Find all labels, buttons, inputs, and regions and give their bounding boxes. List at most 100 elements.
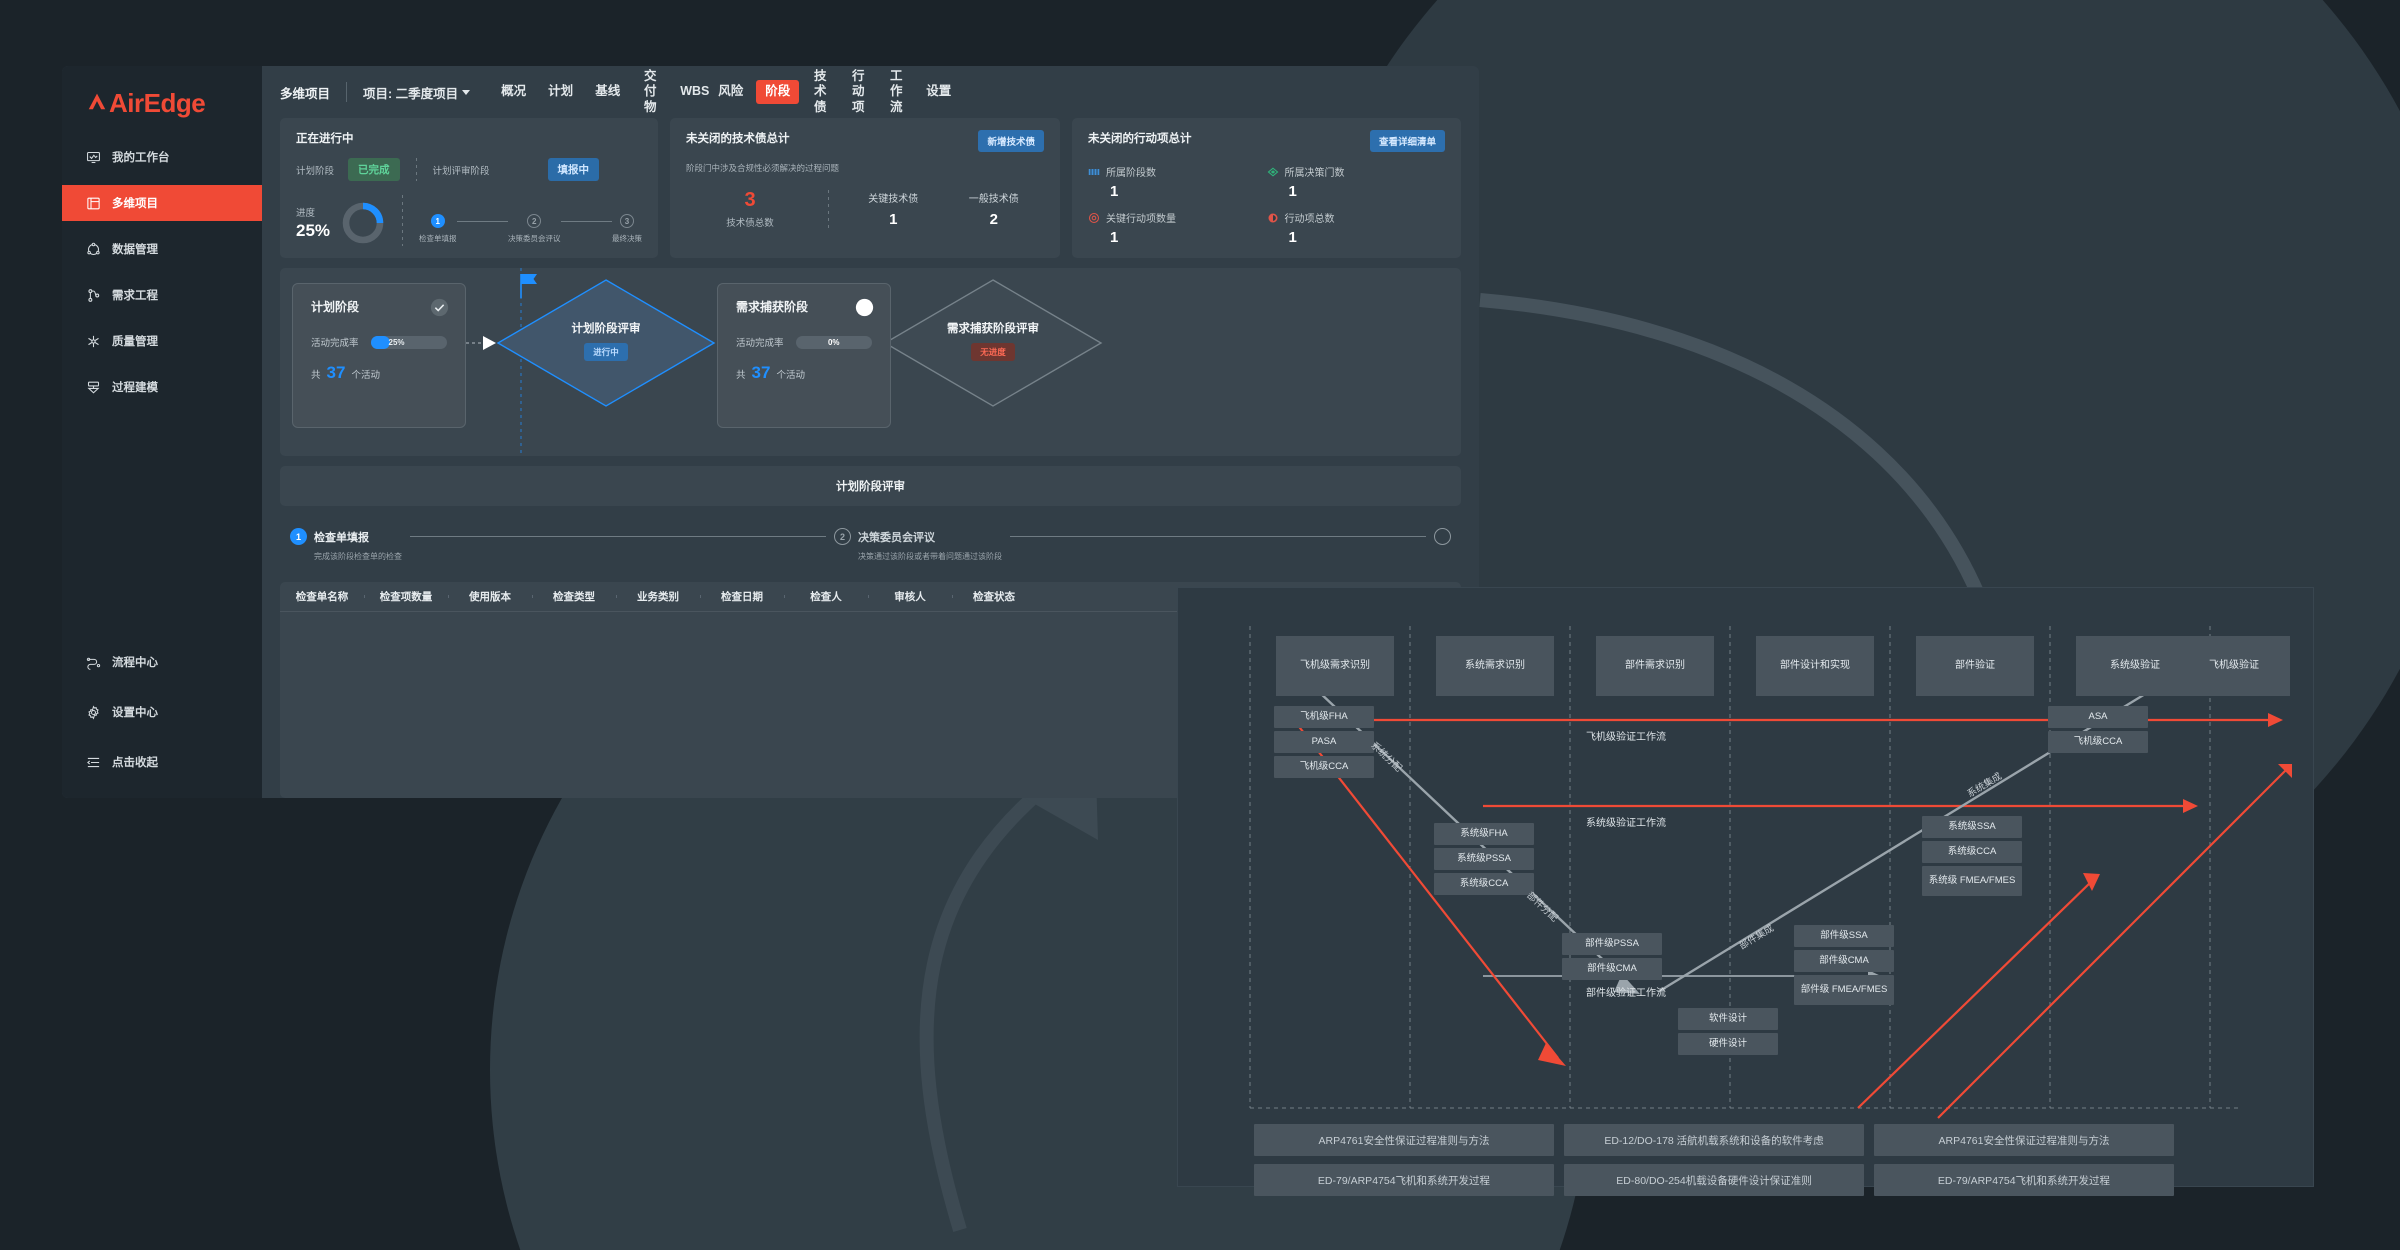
review-step-3[interactable] <box>1434 528 1451 545</box>
column-header-checklist-name[interactable]: 检查单名称 <box>280 589 364 604</box>
vmodel-standard-box[interactable]: ARP4761安全性保证过程准则与方法 <box>1254 1124 1554 1156</box>
vmodel-chip[interactable]: 部件级 FMEA/FMES <box>1794 975 1894 1005</box>
stepper-step-1[interactable]: 1 检查单填报 <box>419 214 457 244</box>
gate-diamond-icon <box>1267 167 1278 176</box>
gate-status-badge: 无进度 <box>971 343 1015 361</box>
vmodel-chip[interactable]: 部件级SSA <box>1794 925 1894 947</box>
step-dot: 3 <box>620 214 634 228</box>
tab-overview[interactable]: 概况 <box>492 80 535 104</box>
activity-count-suffix: 个活动 <box>351 370 380 381</box>
sidebar-item-quality[interactable]: 质量管理 <box>62 323 262 359</box>
column-header-check-type[interactable]: 检查类型 <box>532 589 616 604</box>
vmodel-standard-box[interactable]: ED-79/ARP4754飞机和系统开发过程 <box>1874 1164 2174 1196</box>
metric-header: 所属阶段数 <box>1088 164 1267 179</box>
vmodel-chip[interactable]: 系统级FHA <box>1434 823 1534 845</box>
tech-debt-general-value: 2 <box>989 211 998 228</box>
vmodel-phase-box[interactable]: 飞机级验证 <box>2178 636 2290 696</box>
sidebar-item-data-management[interactable]: 数据管理 <box>62 231 262 267</box>
vmodel-standard-box[interactable]: ED-12/DO-178 活航机载系统和设备的软件考虑 <box>1564 1124 1864 1156</box>
tab-tech-debt[interactable]: 技术债 <box>803 66 837 119</box>
brand: AirEdge <box>62 66 262 133</box>
gate-planning-review[interactable]: 计划阶段评审 进行中 <box>526 320 686 361</box>
project-selector[interactable]: 项目: 二季度项目 <box>363 83 471 102</box>
tab-risk[interactable]: 风险 <box>709 80 752 104</box>
vmodel-phase-box[interactable]: 系统级验证 <box>2076 636 2194 696</box>
vmodel-standard-box[interactable]: ARP4761安全性保证过程准则与方法 <box>1874 1124 2174 1156</box>
vmodel-phase-box[interactable]: 部件验证 <box>1916 636 2034 696</box>
tab-plan[interactable]: 计划 <box>539 80 582 104</box>
vmodel-chip[interactable]: 部件级PSSA <box>1562 933 1662 955</box>
tab-deliverables[interactable]: 交付物 <box>633 66 667 119</box>
tab-wbs[interactable]: WBS <box>671 80 709 104</box>
view-detail-list-button[interactable]: 查看详细清单 <box>1369 130 1445 152</box>
vmodel-chip[interactable]: 部件级CMA <box>1794 950 1894 972</box>
vmodel-chip[interactable]: 系统级SSA <box>1922 816 2022 838</box>
add-tech-debt-button[interactable]: 新增技术债 <box>978 130 1044 152</box>
vertical-divider-3 <box>828 190 829 229</box>
phase-card-requirements[interactable]: 需求捕获阶段 活动完成率 0% 共 37 个活动 <box>717 283 891 428</box>
tech-debt-critical: 关键技术债 1 <box>843 190 944 228</box>
review-step-1[interactable]: 1 检查单填报 完成该阶段检查单的检查 <box>290 528 402 562</box>
process-icon <box>86 380 101 395</box>
vmodel-chip[interactable]: 系统级CCA <box>1434 873 1534 895</box>
vmodel-chip[interactable]: 软件设计 <box>1678 1008 1778 1030</box>
sidebar-item-collapse[interactable]: 点击收起 <box>62 744 262 780</box>
layers-icon <box>86 196 101 211</box>
vmodel-chip[interactable]: 飞机级CCA <box>2048 731 2148 753</box>
tech-debt-total: 3 技术债总数 <box>686 190 814 229</box>
column-header-reviewer[interactable]: 审核人 <box>868 589 952 604</box>
vmodel-flow-label: 飞机级验证工作流 <box>1586 732 1666 743</box>
phase-card-planning[interactable]: 计划阶段 活动完成率 25% 共 37 个活动 <box>292 283 466 428</box>
vmodel-chip[interactable]: 飞机级CCA <box>1274 756 1374 778</box>
vmodel-chip[interactable]: 系统级PSSA <box>1434 848 1534 870</box>
vmodel-chip[interactable]: 系统级 FMEA/FMES <box>1922 866 2022 896</box>
sidebar-item-multi-project[interactable]: 多维项目 <box>62 185 262 221</box>
sidebar-item-flow-center[interactable]: 流程中心 <box>62 644 262 680</box>
vmodel-phase-box[interactable]: 飞机级需求识别 <box>1276 636 1394 696</box>
column-header-status[interactable]: 检查状态 <box>952 589 1036 604</box>
vmodel-chip[interactable]: 飞机级FHA <box>1274 706 1374 728</box>
review-step-2[interactable]: 2 决策委员会评议 决策通过该阶段或者带着问题通过该阶段 <box>834 528 1002 562</box>
column-header-item-count[interactable]: 检查项数量 <box>364 589 448 604</box>
stepper-step-2[interactable]: 2 决策委员会评议 <box>508 214 561 244</box>
vmodel-chip[interactable]: 硬件设计 <box>1678 1033 1778 1055</box>
step-label: 检查单填报 <box>419 234 457 243</box>
vmodel-chip[interactable]: ASA <box>2048 706 2148 728</box>
vmodel-chip[interactable]: PASA <box>1274 731 1374 753</box>
aircraft-mark-icon <box>88 93 106 110</box>
screen-root: AirEdge 我的工作台 多维项目 数据管理 需求工程 质量管理 过程建模 流… <box>0 0 2400 1250</box>
sidebar-item-settings-center[interactable]: 设置中心 <box>62 694 262 730</box>
vmodel-chip[interactable]: 系统级CCA <box>1922 841 2022 863</box>
tab-workflow[interactable]: 工作流 <box>879 66 913 119</box>
metric-gate-count: 所属决策门数 1 <box>1267 164 1446 200</box>
vmodel-phase-box[interactable]: 系统需求识别 <box>1436 636 1554 696</box>
sidebar-item-my-workbench[interactable]: 我的工作台 <box>62 139 262 175</box>
vmodel-standard-box[interactable]: ED-79/ARP4754飞机和系统开发过程 <box>1254 1164 1554 1196</box>
column-header-check-date[interactable]: 检查日期 <box>700 589 784 604</box>
tab-phase[interactable]: 阶段 <box>756 80 800 104</box>
column-header-version[interactable]: 使用版本 <box>448 589 532 604</box>
vmodel-standard-box[interactable]: ED-80/DO-254机载设备硬件设计保证准则 <box>1564 1164 1864 1196</box>
brand-name: AirEdge <box>109 88 206 118</box>
sidebar-item-process-modeling[interactable]: 过程建模 <box>62 369 262 405</box>
tab-baseline[interactable]: 基线 <box>586 80 629 104</box>
progress-label: 进度 <box>296 208 316 219</box>
review-band-title: 计划阶段评审 <box>836 481 905 493</box>
vmodel-phase-box[interactable]: 部件设计和实现 <box>1756 636 1874 696</box>
step-dot: 1 <box>290 528 307 545</box>
stage-status-row: 计划阶段 已完成 计划评审阶段 填报中 <box>296 158 642 181</box>
gate-requirements-review[interactable]: 需求捕获阶段评审 无进度 <box>905 320 1081 361</box>
sidebar-item-requirements[interactable]: 需求工程 <box>62 277 262 313</box>
vmodel-phase-box[interactable]: 部件需求识别 <box>1596 636 1714 696</box>
stepper-connector <box>560 221 612 222</box>
review-stage-label: 计划评审阶段 <box>432 165 490 177</box>
tab-action-items[interactable]: 行动项 <box>841 66 875 119</box>
stepper-step-3[interactable]: 3 最终决策 <box>612 214 642 244</box>
column-header-business-category[interactable]: 业务类别 <box>616 589 700 604</box>
vmodel-chip[interactable]: 部件级CMA <box>1562 958 1662 980</box>
card-title: 正在进行中 <box>296 133 354 145</box>
column-header-checker[interactable]: 检查人 <box>784 589 868 604</box>
tab-settings[interactable]: 设置 <box>917 80 960 104</box>
completion-rate-label: 活动完成率 <box>736 338 784 349</box>
review-band: 计划阶段评审 <box>280 466 1461 506</box>
